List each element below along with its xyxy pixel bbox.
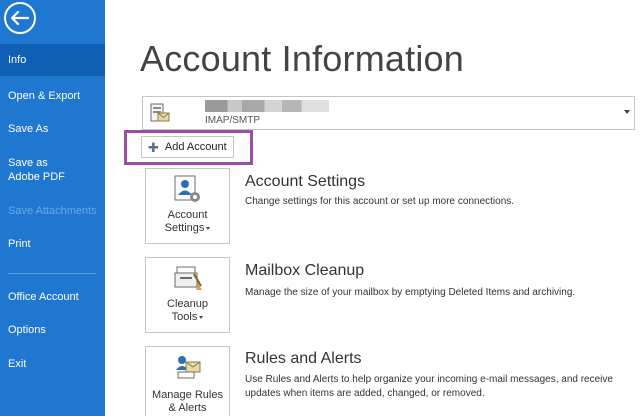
sidebar-item-options[interactable]: Options — [0, 323, 105, 337]
sidebar-item-open-export[interactable]: Open & Export — [0, 89, 105, 103]
sidebar-item-office-account[interactable]: Office Account — [0, 290, 105, 304]
sidebar-item-print[interactable]: Print — [0, 237, 105, 251]
add-account-label: Add Account — [164, 141, 227, 153]
sidebar-item-label: Save As — [8, 123, 49, 135]
sidebar-item-label: Options — [8, 324, 46, 336]
account-name-redacted — [205, 100, 329, 112]
sidebar-item-save-attachments: Save Attachments — [0, 204, 105, 218]
manage-rules-alerts-button[interactable]: Manage Rules & Alerts — [145, 346, 230, 416]
sidebar-item-label: Info — [8, 54, 27, 66]
page-title: Account Information — [140, 38, 464, 79]
add-account-button[interactable]: ✚ Add Account — [141, 136, 234, 158]
tile-label-line1: Manage Rules — [152, 389, 223, 401]
cleanup-tools-button[interactable]: Cleanup Tools — [145, 257, 230, 333]
sidebar-item-label: Print — [8, 238, 31, 250]
sidebar-item-label: Office Account — [8, 291, 79, 303]
tile-label-line1: Cleanup — [167, 298, 208, 310]
back-arrow-icon — [11, 11, 29, 25]
dropdown-arrow-icon — [624, 110, 630, 114]
sidebar-item-exit[interactable]: Exit — [0, 357, 105, 371]
section-title: Account Settings — [245, 173, 366, 190]
sidebar-item-label: Open & Export — [8, 90, 81, 102]
tile-label-line1: Account — [167, 209, 208, 221]
section-description: Change settings for this account or set … — [245, 196, 515, 207]
account-icon — [150, 103, 170, 122]
cleanup-tools-icon — [174, 266, 202, 290]
account-settings-icon — [174, 175, 200, 202]
account-selector[interactable]: IMAP/SMTP — [142, 96, 635, 130]
tile-label-line2: Settings — [146, 222, 229, 235]
section-title: Rules and Alerts — [245, 350, 362, 367]
account-info-pane: Account Information IMAP/SMTP ✚ Add Acco… — [105, 0, 640, 416]
account-settings-button[interactable]: Account Settings — [145, 168, 230, 244]
backstage-sidebar: Info Open & Export Save As Save as Adobe… — [0, 0, 105, 416]
back-button[interactable] — [4, 2, 36, 34]
tile-label-line2-text: Settings — [164, 222, 205, 234]
plus-icon: ✚ — [148, 139, 159, 155]
tile-label-line2: Tools — [146, 311, 229, 324]
tile-label-line2: & Alerts — [168, 402, 207, 414]
section-description: Manage the size of your mailbox by empty… — [245, 287, 576, 298]
sidebar-item-label: Save as Adobe PDF — [8, 157, 65, 183]
tile-label-line2-text: Tools — [171, 311, 198, 323]
sidebar-item-save-as-adobe-pdf[interactable]: Save as Adobe PDF — [0, 156, 80, 184]
sidebar-item-label: Save Attachments — [8, 205, 97, 217]
chevron-down-icon — [199, 315, 204, 319]
section-description: Use Rules and Alerts to help organize yo… — [245, 374, 613, 399]
sidebar-divider — [8, 273, 96, 274]
section-title: Mailbox Cleanup — [245, 262, 365, 279]
chevron-down-icon — [206, 226, 211, 230]
sidebar-item-info[interactable]: Info — [0, 44, 105, 76]
account-type: IMAP/SMTP — [205, 115, 261, 126]
sidebar-item-label: Exit — [8, 358, 27, 370]
rules-alerts-icon — [176, 356, 201, 379]
sidebar-item-save-as[interactable]: Save As — [0, 122, 105, 136]
